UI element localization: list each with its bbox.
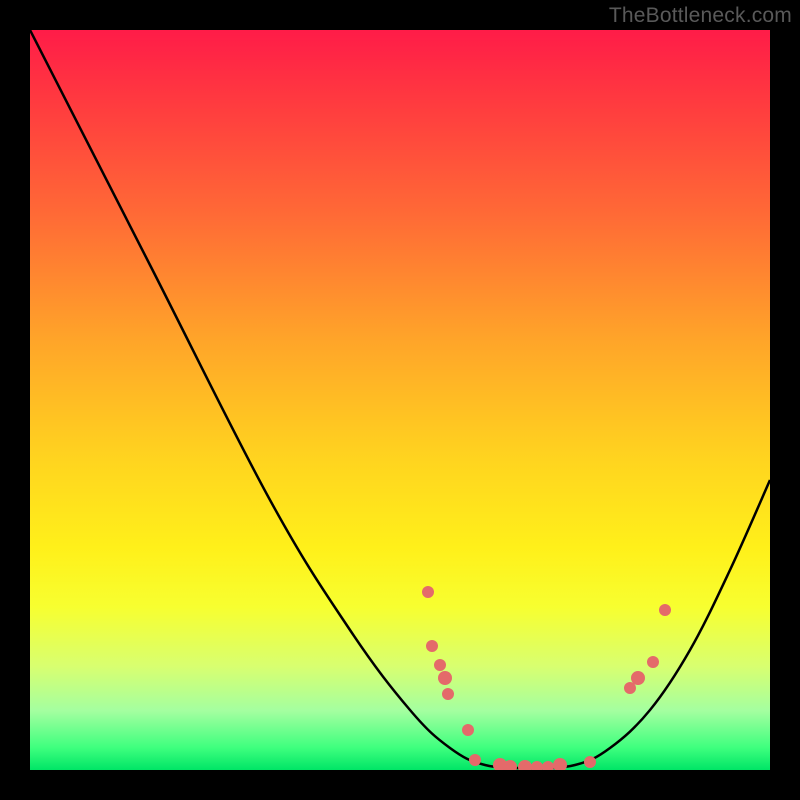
bottleneck-curve xyxy=(30,30,770,770)
curve-marker xyxy=(422,586,434,598)
curve-marker xyxy=(542,761,554,770)
curve-marker xyxy=(438,671,452,685)
curve-marker xyxy=(434,659,446,671)
curve-marker xyxy=(462,724,474,736)
curve-markers xyxy=(422,586,671,770)
curve-marker xyxy=(631,671,645,685)
curve-marker xyxy=(426,640,438,652)
curve-marker xyxy=(647,656,659,668)
watermark-text: TheBottleneck.com xyxy=(609,4,792,28)
curve-marker xyxy=(442,688,454,700)
curve-marker xyxy=(584,756,596,768)
chart-frame: TheBottleneck.com xyxy=(0,0,800,800)
plot-area xyxy=(30,30,770,770)
curve-marker xyxy=(553,758,567,770)
curve-marker xyxy=(469,754,481,766)
curve-line xyxy=(30,30,770,768)
curve-marker xyxy=(659,604,671,616)
curve-marker xyxy=(531,761,543,770)
curve-marker xyxy=(518,760,532,770)
